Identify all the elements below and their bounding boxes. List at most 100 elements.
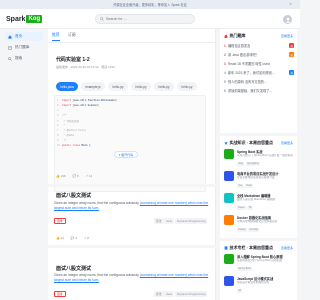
share-button[interactable]: ↗ 12: [86, 174, 96, 178]
divider: [48, 184, 216, 187]
course-item[interactable]: 深入理解 Spring Boot 核心原理 从源码角度分析 Spring Boot…: [224, 252, 294, 274]
hot-item-title: 别人的源码 没有写文档的…: [228, 80, 268, 84]
tag[interactable]: Dynamic Programming: [175, 218, 208, 224]
like-count: 136: [60, 174, 66, 178]
difficulty-badge: 困难: [54, 291, 66, 297]
comment-button[interactable]: 💬 3: [71, 236, 80, 240]
hot-list-item[interactable]: 2用 Java 做出游戏吧！新: [224, 51, 294, 58]
more-link[interactable]: 查看更多: [281, 34, 293, 38]
course-thumbnail: [224, 215, 234, 225]
announcement-banner: 开源社区全面升级，更多精彩，等你加入 Spark 社区 ✕: [0, 0, 300, 9]
course-tags: Java SpringBoot: [237, 162, 262, 166]
post-title[interactable]: 代码实验室 1-2: [56, 56, 90, 63]
hot-list-item[interactable]: 4 新年 2023 来了，我们如何规划… 荐: [224, 69, 294, 76]
hot-list-item[interactable]: 5 别人的源码 没有写文档的…: [224, 78, 294, 85]
file-tab[interactable]: hello.py: [108, 82, 128, 91]
feed: 推荐 订阅 代码实验室 1-2 最新发布 · 2023-03-20 10:12:…: [48, 29, 216, 300]
search-box[interactable]: [95, 14, 195, 24]
post-actions: 👍 24 💬 3 ↗ 8: [56, 236, 95, 240]
course-item[interactable]: Docker 容器化实战指南 带你从零构建容器化应用部署流程 Docker DevOp…: [224, 213, 294, 235]
course-item[interactable]: 电商平台的项目实战开发设计 全面掌握电商项目核心模块开发 Vue Node: [224, 169, 294, 191]
course-item[interactable]: 全栈 Markdown 编辑器 由浅入深实现 Markdown 编辑器 React T…: [224, 191, 294, 213]
tab-subscribe[interactable]: 订阅: [68, 33, 76, 38]
avatar[interactable]: [283, 15, 292, 24]
expand-code-button[interactable]: ▾ 展开代码: [114, 151, 138, 158]
tag-row: 困难 算法 Java Dynamic Programming: [54, 291, 212, 298]
file-tab[interactable]: hello.java: [56, 82, 78, 91]
hot-list-item[interactable]: 1 编程社区首发言热: [224, 42, 294, 49]
course-tag[interactable]: JS: [237, 289, 243, 293]
comment-button[interactable]: 💬 6: [72, 174, 81, 178]
course-tag[interactable]: Node: [245, 184, 254, 188]
like-button[interactable]: 👍 24: [56, 236, 67, 240]
sidebar-item-home[interactable]: 首页: [5, 32, 43, 41]
code-keyword: import: [62, 104, 72, 107]
file-tab[interactable]: hello.py: [177, 82, 197, 91]
course-tags: Vue Node: [237, 184, 255, 188]
hot-list-item[interactable]: 6 重读前端基础，我们又发现了…: [224, 87, 294, 94]
tag[interactable]: Dynamic Programming: [175, 291, 208, 297]
sidebar-item-label: 首页: [15, 34, 23, 38]
course-tag[interactable]: React: [237, 206, 246, 210]
share-count: 8: [87, 236, 89, 240]
comment-count: 6: [77, 174, 79, 178]
description-text: Given an integer array nums, find the co…: [54, 201, 139, 205]
post-meta: 最新发布 · 2023-03-20 10:12:34 · 阅读 1234: [56, 65, 115, 69]
tab-recommend[interactable]: 推荐: [52, 33, 60, 38]
sidebar-item-search[interactable]: 搜索: [5, 54, 43, 63]
file-tab[interactable]: hello.py: [131, 82, 151, 91]
close-icon[interactable]: ✕: [289, 2, 292, 6]
panel-title: 技术专栏 · 本周由您重点: [224, 245, 273, 251]
course-tags: JS: [237, 289, 244, 293]
code-text: */: [62, 139, 67, 142]
post-title[interactable]: 面试八股文测试: [56, 265, 91, 272]
tag[interactable]: 算法: [154, 218, 164, 224]
tag[interactable]: Java: [164, 291, 174, 297]
like-button[interactable]: 👍 136: [56, 174, 69, 178]
course-tag[interactable]: DevOps: [248, 228, 260, 232]
feed-tabs: 推荐 订阅: [48, 29, 216, 43]
course-item[interactable]: JavaScript 设计模式实战 常见设计模式在前端的应用 JS: [224, 274, 294, 296]
code-keyword: public class: [62, 144, 81, 147]
course-item[interactable]: Spring Boot 实战 从零开始入门 Spring Boot 实战开发一站式…: [224, 147, 294, 169]
course-description: 由浅入深实现 Markdown 编辑器: [237, 198, 276, 201]
user-icon: [285, 17, 290, 23]
search-icon: [8, 56, 12, 61]
banner-text: 开源社区全面升级，更多精彩，等你加入 Spark 社区: [113, 3, 187, 7]
code-text: java.util.Scanner;: [71, 104, 100, 107]
code-line: 7 * @author hello: [57, 129, 86, 132]
share-count: 12: [88, 174, 93, 178]
hot-badge: 荐: [289, 70, 294, 75]
code-keyword: import: [62, 99, 72, 102]
file-tab[interactable]: hello.py: [154, 82, 174, 91]
course-tag[interactable]: Vue: [237, 184, 244, 188]
file-tab[interactable]: example.js: [81, 82, 105, 91]
course-tag[interactable]: Java: [237, 162, 245, 166]
tab-indicator: [52, 40, 60, 41]
hot-item-title: React 18 不重要的 特性 useId: [228, 62, 271, 66]
post-title[interactable]: 面试八股文测试: [56, 192, 91, 199]
logo-badge: Kog: [26, 15, 43, 23]
share-button[interactable]: ↗ 8: [84, 236, 92, 240]
tag-row: 困难 算法 Java Dynamic Programming: [54, 218, 212, 225]
tag[interactable]: Java: [164, 218, 174, 224]
book-icon: [224, 246, 228, 250]
code-line: 8 * @date: [57, 134, 74, 137]
logo[interactable]: Spark Kog: [6, 13, 43, 25]
code-line: 5 * 代码实验室: [57, 119, 79, 123]
course-tag[interactable]: Docker: [237, 228, 247, 232]
course-tag[interactable]: TS: [247, 206, 253, 210]
tag[interactable]: 算法: [154, 291, 164, 297]
code-line: 3: [57, 109, 62, 112]
sidebar-item-hot[interactable]: 热门题库: [5, 43, 43, 52]
search-input[interactable]: [106, 17, 186, 21]
more-link[interactable]: 查看更多: [281, 141, 293, 145]
hot-list-item[interactable]: 3 React 18 不重要的 特性 useId: [224, 60, 294, 67]
course-tag[interactable]: Spring Boot: [237, 267, 252, 271]
course-tag[interactable]: SpringBoot: [245, 162, 261, 166]
course-thumbnail: [224, 276, 234, 286]
code-line: 2 import java.util.Scanner;: [57, 104, 100, 107]
code-line: 4/**: [57, 114, 67, 117]
more-link[interactable]: 查看更多: [281, 246, 293, 250]
hot-item-title: 新年 2023 来了，我们如何规划…: [228, 71, 276, 75]
